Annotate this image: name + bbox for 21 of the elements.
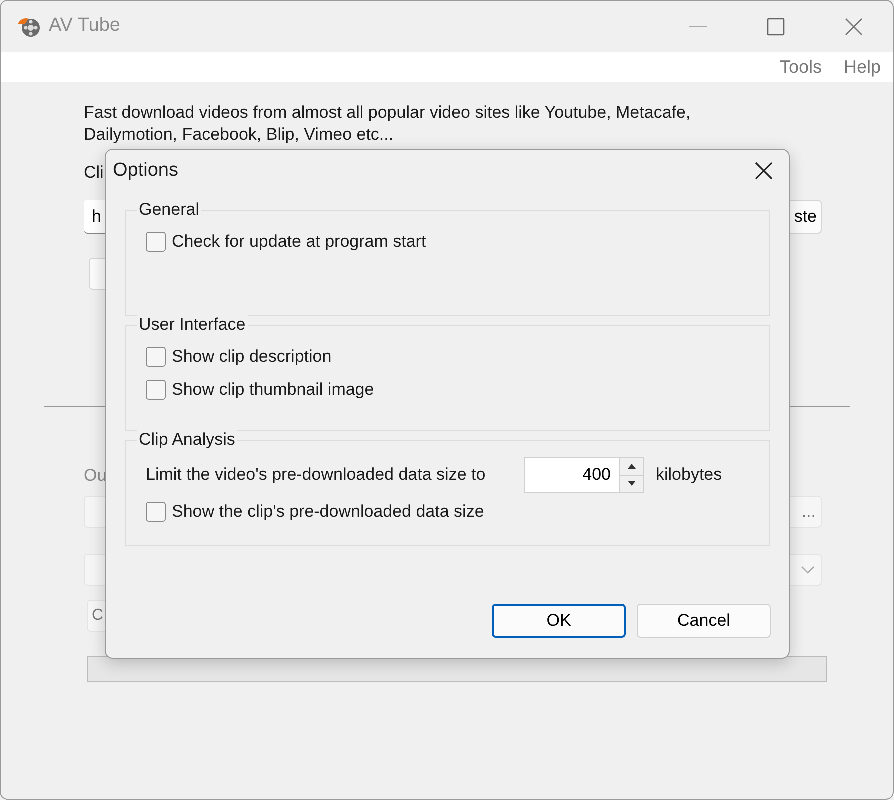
unit-label: kilobytes bbox=[656, 464, 722, 486]
checkbox[interactable] bbox=[146, 502, 166, 522]
checkbox-label: Check for update at program start bbox=[172, 230, 426, 253]
chevron-down-icon bbox=[801, 566, 815, 574]
window-title: AV Tube bbox=[49, 14, 120, 38]
dialog-button[interactable]: OK bbox=[492, 604, 626, 638]
description-text: Fast download videos from almost all popular video sites like Youtube, Metacafe, Dailymotion, Facebook, Blip, Vimeo etc... bbox=[84, 102, 692, 146]
clip-label: Cli bbox=[84, 162, 104, 184]
film-reel-icon bbox=[17, 16, 41, 38]
menu-item[interactable]: Tools bbox=[780, 54, 822, 80]
checkbox-label: Show clip description bbox=[172, 346, 332, 368]
checkbox-label: Show clip thumbnail image bbox=[172, 378, 374, 401]
menu-item[interactable]: Help bbox=[844, 54, 881, 80]
checkbox[interactable] bbox=[146, 232, 166, 252]
group-title: Clip Analysis bbox=[137, 430, 238, 450]
checkbox-label: Show the clip's pre-downloaded data size bbox=[172, 500, 484, 523]
dialog-button[interactable]: Cancel bbox=[637, 604, 771, 638]
number-spinner[interactable]: 400 bbox=[524, 457, 644, 493]
close-icon[interactable] bbox=[755, 162, 773, 180]
dialog-title: Options bbox=[113, 158, 178, 183]
limit-label: Limit the video's pre-downloaded data size to bbox=[146, 464, 487, 486]
